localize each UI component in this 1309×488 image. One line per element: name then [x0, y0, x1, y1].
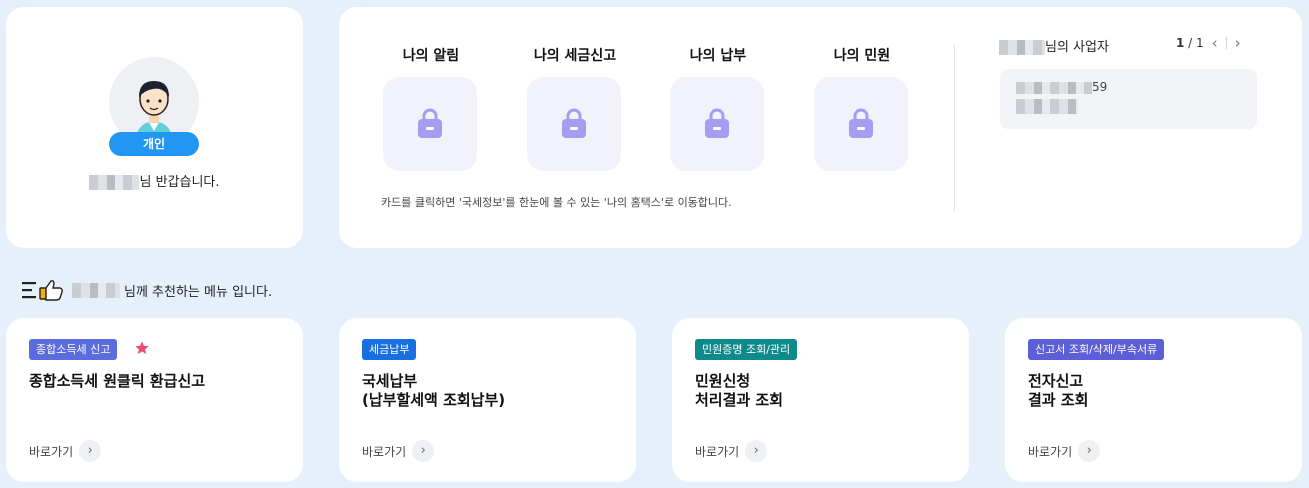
go-link[interactable]: 바로가기 › [362, 440, 435, 462]
profile-card: 개인 님 반갑습니다. [6, 7, 303, 248]
shortcut-title: 나의 납부 [689, 48, 747, 64]
chevron-left-icon[interactable]: ‹ [1212, 36, 1218, 51]
star-icon [135, 341, 149, 354]
menu-tag: 종합소득세 신고 [29, 339, 118, 360]
chevron-right-icon[interactable]: › [745, 440, 768, 462]
divider [954, 44, 955, 212]
menu-title: 종합소득세 원클릭 환급신고 [29, 372, 206, 390]
menu-tag: 세금납부 [362, 339, 417, 360]
user-type-badge: 개인 [109, 132, 199, 156]
chevron-right-icon[interactable]: › [412, 440, 435, 462]
greeting-text: 님 반갑습니다. [6, 171, 303, 190]
shortcut-my-payment[interactable]: 나의 납부 [670, 45, 766, 171]
recommend-title: 님께 추천하는 메뉴 입니다. [22, 279, 272, 301]
recommend-title-suffix: 님께 추천하는 메뉴 입니다. [124, 284, 273, 300]
shortcut-note: 카드를 클릭하면 '국세정보'를 한눈에 볼 수 있는 '나의 홈택스'로 이동… [381, 196, 732, 209]
business-heading: 님의 사업자 [999, 36, 1109, 55]
shortcut-my-tax-filing[interactable]: 나의 세금신고 [527, 45, 623, 171]
masked-user-name [72, 282, 120, 298]
business-number-suffix: 59 [1092, 80, 1108, 94]
menu-title: 국세납부 (납부할세액 조회납부) [362, 372, 506, 409]
lock-icon [705, 108, 729, 138]
masked-user-name [999, 40, 1045, 55]
page-separator: / [1184, 36, 1197, 50]
chevron-right-icon[interactable]: › [1235, 36, 1241, 51]
masked-business-name [1016, 99, 1078, 114]
menu-tag: 민원증명 조회/관리 [695, 339, 798, 360]
business-pager: 1 / 1 ‹ › [1176, 36, 1241, 51]
pager-divider [1225, 37, 1227, 49]
go-label: 바로가기 [29, 444, 74, 459]
shortcut-title: 나의 알림 [402, 48, 460, 64]
lock-icon [849, 108, 873, 138]
shortcut-card[interactable] [383, 77, 477, 171]
shortcut-title: 나의 세금신고 [533, 48, 617, 64]
go-label: 바로가기 [1028, 444, 1073, 459]
thumbs-up-list-icon [22, 280, 63, 301]
menu-card-tax-payment[interactable]: 세금납부 국세납부 (납부할세액 조회납부) 바로가기 › [339, 318, 636, 482]
shortcut-card[interactable] [527, 77, 621, 171]
greeting-suffix: 님 반갑습니다. [139, 175, 220, 190]
chevron-right-icon[interactable]: › [79, 440, 102, 462]
menu-title: 민원신청 처리결과 조회 [695, 372, 784, 409]
go-link[interactable]: 바로가기 › [1028, 440, 1101, 462]
shortcut-my-petitions[interactable]: 나의 민원 [814, 45, 910, 171]
menu-card-e-filing-result[interactable]: 신고서 조회/삭제/부속서류 전자신고 결과 조회 바로가기 › [1005, 318, 1302, 482]
go-link[interactable]: 바로가기 › [29, 440, 102, 462]
lock-icon [418, 108, 442, 138]
menu-title: 전자신고 결과 조회 [1028, 372, 1089, 409]
business-item[interactable]: 59 [1000, 69, 1257, 129]
go-label: 바로가기 [695, 444, 740, 459]
masked-user-name [89, 175, 140, 190]
business-heading-suffix: 님의 사업자 [1045, 40, 1109, 55]
lock-icon [562, 108, 586, 138]
menu-card-petition-result[interactable]: 민원증명 조회/관리 민원신청 처리결과 조회 바로가기 › [672, 318, 969, 482]
go-link[interactable]: 바로가기 › [695, 440, 768, 462]
page-total: 1 [1196, 36, 1204, 50]
my-hometax-shortcuts-card: 나의 알림 나의 세금신고 나의 납부 나의 민원 카드를 클릭하면 '국세정보… [339, 7, 1302, 248]
shortcut-title: 나의 민원 [833, 48, 891, 64]
shortcut-card[interactable] [814, 77, 908, 171]
masked-business-number [1016, 81, 1092, 94]
chevron-right-icon[interactable]: › [1078, 440, 1101, 462]
menu-card-income-tax-refund[interactable]: 종합소득세 신고 종합소득세 원클릭 환급신고 바로가기 › [6, 318, 303, 482]
shortcut-my-notices[interactable]: 나의 알림 [383, 45, 479, 171]
menu-tag: 신고서 조회/삭제/부속서류 [1028, 339, 1165, 360]
go-label: 바로가기 [362, 444, 407, 459]
shortcut-card[interactable] [670, 77, 764, 171]
